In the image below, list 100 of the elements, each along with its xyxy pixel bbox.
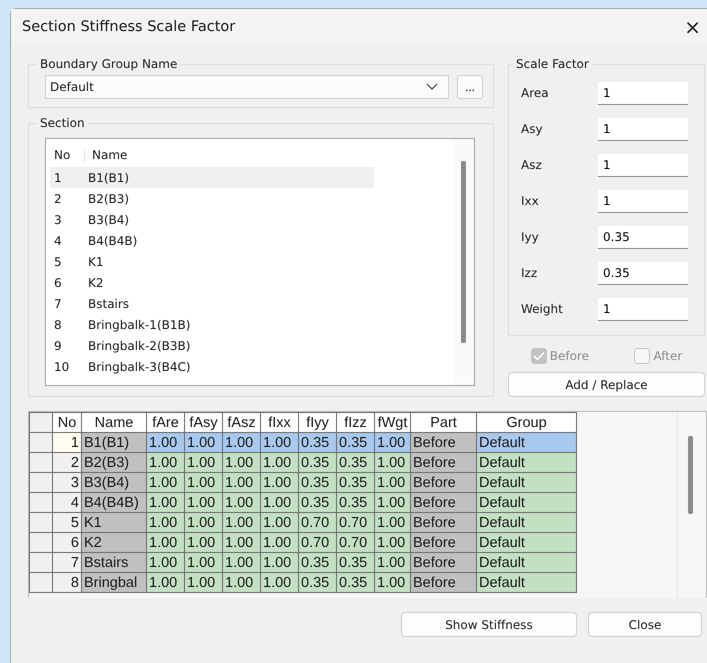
list-row[interactable]: 8 Bringbalk-1(B1B) xyxy=(50,314,374,335)
checkbox-label: Before xyxy=(550,349,589,363)
column-header[interactable]: fIxx xyxy=(260,412,298,432)
table-cell: 4 xyxy=(52,492,82,512)
table-cell: Before xyxy=(410,532,476,552)
section-name: B4(B4B) xyxy=(87,234,138,248)
table-cell: 0.70 xyxy=(336,512,374,532)
table-cell: 1.00 xyxy=(374,572,410,592)
table-cell: B4(B4B) xyxy=(82,492,146,512)
list-row[interactable]: 4 B4(B4B) xyxy=(50,230,374,251)
group-dropdown[interactable]: Default xyxy=(45,75,449,99)
row-header[interactable] xyxy=(30,432,52,452)
input-field[interactable]: 0.35 xyxy=(598,226,688,248)
table-cell: 1.00 xyxy=(222,432,260,452)
table-cell: 0.35 xyxy=(298,572,336,592)
table-cell: 0.70 xyxy=(298,512,336,532)
row-header[interactable] xyxy=(30,472,52,492)
list-row[interactable]: 3 B3(B4) xyxy=(50,209,374,230)
table-cell: Default xyxy=(476,472,576,492)
section-name: K2 xyxy=(87,276,104,290)
table-cell: 0.35 xyxy=(298,492,336,512)
section-name: Bringbalk-3(B4C) xyxy=(87,360,191,374)
table-cell: Before xyxy=(410,552,476,572)
table-cell: 1 xyxy=(52,432,82,452)
section-name: B2(B3) xyxy=(87,192,130,206)
column-header[interactable]: fAre xyxy=(146,412,184,432)
add-replace-button[interactable]: Add / Replace xyxy=(508,372,705,397)
table-cell: Default xyxy=(476,552,576,572)
input-field[interactable]: 1 xyxy=(598,190,688,212)
row-header[interactable] xyxy=(30,512,52,532)
column-header[interactable]: No xyxy=(52,412,82,432)
list-row[interactable]: 9 Bringbalk-2(B3B) xyxy=(50,335,374,356)
table-cell: 1.00 xyxy=(184,492,222,512)
table-cell: 6 xyxy=(52,532,82,552)
row-number: 9 xyxy=(53,338,63,352)
column-header[interactable]: Group xyxy=(476,412,576,432)
close-button[interactable]: × xyxy=(676,15,707,39)
list-row[interactable]: 6 K2 xyxy=(50,272,374,293)
table-cell: 1.00 xyxy=(260,452,298,472)
table-cell: Default xyxy=(476,532,576,552)
table-cell: 1.00 xyxy=(184,432,222,452)
list-row[interactable]: 7 Bstairs xyxy=(50,293,374,314)
table-cell: 1.00 xyxy=(146,512,184,532)
list-row[interactable]: 2 B2(B3) xyxy=(50,188,374,209)
row-number: 10 xyxy=(53,360,70,374)
column-header[interactable]: fWgt xyxy=(374,412,410,432)
table-cell: 1.00 xyxy=(260,472,298,492)
dialog-button[interactable]: Close xyxy=(588,612,702,637)
table-cell: 1.00 xyxy=(374,532,410,552)
dialog-button[interactable]: Show Stiffness xyxy=(401,612,577,637)
row-header[interactable] xyxy=(30,452,52,472)
input-field[interactable]: 1 xyxy=(598,298,688,320)
row-number: 2 xyxy=(53,192,63,206)
row-number: 1 xyxy=(53,170,63,184)
section-name: Bstairs xyxy=(87,296,130,310)
table-cell: 1.00 xyxy=(374,492,410,512)
table-cell: 1.00 xyxy=(260,572,298,592)
list-row[interactable]: 10 Bringbalk-3(B4C) xyxy=(50,356,374,377)
table-cell: Before xyxy=(410,512,476,532)
section-name: Bringbalk-1(B1B) xyxy=(87,318,190,332)
row-number: 6 xyxy=(53,276,63,290)
table-cell: 1.00 xyxy=(184,512,222,532)
column-header[interactable]: fIzz xyxy=(336,412,374,432)
input-field[interactable]: 1 xyxy=(598,82,688,104)
row-header[interactable] xyxy=(30,492,52,512)
table-cell: 0.35 xyxy=(336,572,374,592)
table-cell: 0.35 xyxy=(336,492,374,512)
column-header[interactable]: fIyy xyxy=(298,412,336,432)
column-header[interactable]: fAsy xyxy=(184,412,222,432)
row-header[interactable] xyxy=(30,552,52,572)
input-field[interactable]: 0.35 xyxy=(598,262,688,284)
table-cell: 0.35 xyxy=(336,552,374,572)
column-header[interactable]: Part xyxy=(410,412,476,432)
table-cell: Default xyxy=(476,432,576,452)
table-cell: 1.00 xyxy=(374,452,410,472)
scrollbar-thumb[interactable] xyxy=(688,436,693,514)
column-header[interactable]: No xyxy=(50,148,84,162)
table-cell: Bstairs xyxy=(82,552,146,572)
checkbox-label: After xyxy=(653,349,682,363)
table-cell: 0.35 xyxy=(298,552,336,572)
row-number: 8 xyxy=(53,318,63,332)
column-header[interactable]: Name xyxy=(84,148,128,162)
list-row[interactable]: 5 K1 xyxy=(50,251,374,272)
table-cell: Default xyxy=(476,452,576,472)
input-field[interactable]: 1 xyxy=(598,154,688,176)
column-header[interactable]: Name xyxy=(82,412,146,432)
row-header[interactable] xyxy=(30,572,52,592)
window-title: Section Stiffness Scale Factor xyxy=(21,19,236,35)
row-header[interactable] xyxy=(30,532,52,552)
table-cell: 1.00 xyxy=(260,552,298,572)
field-label: Asy xyxy=(521,122,543,136)
list-row[interactable]: 1 B1(B1) xyxy=(50,167,374,188)
input-field[interactable]: 1 xyxy=(598,118,688,140)
table-cell: 1.00 xyxy=(222,552,260,572)
table-cell: 1.00 xyxy=(260,512,298,532)
table-cell: Before xyxy=(410,492,476,512)
column-header[interactable]: fAsz xyxy=(222,412,260,432)
scrollbar-thumb[interactable] xyxy=(461,161,466,343)
browse-button[interactable]: ... xyxy=(457,75,483,99)
table-cell: B1(B1) xyxy=(82,432,146,452)
